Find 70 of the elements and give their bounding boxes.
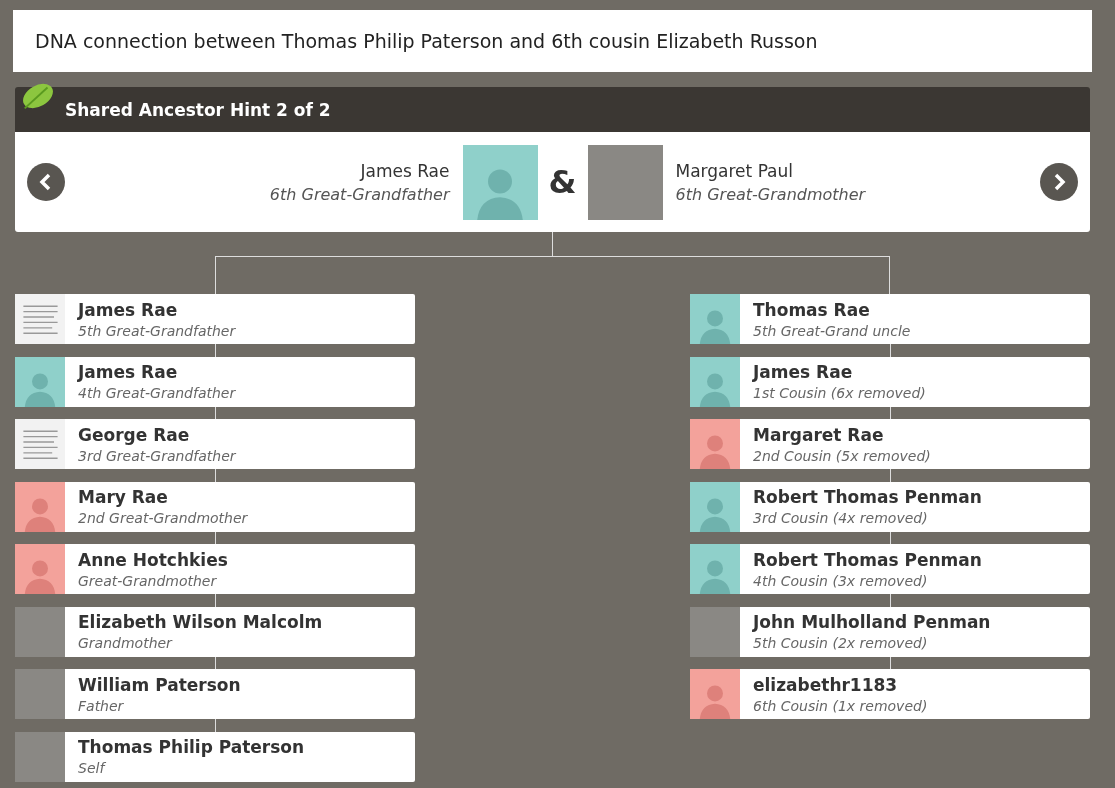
previous-button[interactable] (27, 163, 65, 201)
photo-placeholder (15, 606, 65, 657)
ancestor-relation: 6th Great-Grandfather (269, 184, 450, 204)
male-silhouette-icon (462, 144, 538, 220)
person-relation: 5th Cousin (2x removed) (753, 635, 929, 651)
person-card[interactable]: James Rae 1st Cousin (6x removed) (690, 356, 1090, 407)
person-name: James Rae (753, 362, 854, 382)
person-card[interactable]: Robert Thomas Penman 3rd Cousin (4x removed) (690, 481, 1090, 532)
photo-placeholder (15, 731, 65, 782)
photo-placeholder (15, 669, 65, 719)
person-card[interactable]: Thomas Philip Paterson Self (15, 731, 415, 782)
ancestor-name[interactable]: James Rae (360, 160, 450, 181)
person-card[interactable]: Robert Thomas Penman 4th Cousin (3x removed) (690, 544, 1090, 594)
ancestor-name[interactable]: Margaret Paul (675, 160, 876, 181)
male-silhouette-icon (690, 294, 740, 344)
person-card[interactable]: John Mulholland Penman 5th Cousin (2x removed) (690, 606, 1090, 657)
hint-title: Shared Ancestor Hint 2 of 2 (65, 99, 331, 120)
photo-placeholder (690, 606, 740, 657)
ampersand: & (547, 163, 578, 201)
male-silhouette-icon (690, 356, 740, 407)
person-card[interactable]: Elizabeth Wilson Malcolm Grandmother (15, 606, 415, 657)
person-card[interactable]: elizabethr1183 6th Cousin (1x removed) (690, 669, 1090, 719)
person-name: Anne Hotchkies (78, 549, 228, 570)
person-relation: 4th Cousin (3x removed) (753, 572, 929, 589)
female-silhouette-icon (690, 669, 740, 719)
male-silhouette-icon (690, 481, 740, 532)
person-card[interactable]: Margaret Rae 2nd Cousin (5x removed) (690, 419, 1090, 469)
female-silhouette-icon (690, 419, 740, 469)
person-card[interactable]: James Rae 5th Great-Grandfather (15, 294, 415, 344)
document-thumbnail (15, 419, 65, 469)
person-relation: Self (78, 760, 107, 776)
person-relation: 6th Cousin (1x removed) (753, 697, 928, 714)
person-name: Elizabeth Wilson Malcolm (78, 612, 323, 632)
person-name: Robert Thomas Penman (753, 549, 982, 570)
female-silhouette-icon (15, 481, 65, 532)
person-relation: 2nd Cousin (5x removed) (753, 447, 931, 464)
person-relation: 3rd Cousin (4x removed) (753, 510, 929, 526)
person-relation: 1st Cousin (6x removed) (753, 385, 926, 401)
next-button[interactable] (1040, 163, 1078, 201)
page-title: DNA connection between Thomas Philip Paterson and 6th cousin Elizabeth Russon (35, 30, 818, 52)
person-relation: 5th Great-Grandfather (78, 322, 236, 339)
person-name: Margaret Rae (753, 424, 885, 445)
person-relation: 3rd Great-Grandfather (78, 447, 236, 464)
person-name: Robert Thomas Penman (753, 487, 982, 507)
person-name: elizabethr1183 (753, 674, 899, 695)
person-name: Thomas Rae (753, 299, 871, 320)
female-silhouette-icon (15, 544, 65, 594)
person-card[interactable]: James Rae 4th Great-Grandfather (15, 356, 415, 407)
person-name: George Rae (78, 424, 191, 445)
person-name: Thomas Philip Paterson (78, 737, 305, 757)
male-silhouette-icon (690, 544, 740, 594)
document-thumbnail (15, 294, 65, 344)
person-card[interactable]: Thomas Rae 5th Great-Grand uncle (690, 294, 1090, 344)
person-card[interactable]: Anne Hotchkies Great-Grandmother (15, 544, 415, 594)
person-name: James Rae (78, 362, 179, 382)
person-relation: Grandmother (78, 635, 174, 651)
person-relation: 4th Great-Grandfather (78, 385, 236, 401)
person-card[interactable]: Mary Rae 2nd Great-Grandmother (15, 481, 415, 532)
person-card[interactable]: William Paterson Father (15, 669, 415, 719)
person-card[interactable]: George Rae 3rd Great-Grandfather (15, 419, 415, 469)
person-name: William Paterson (78, 674, 241, 695)
person-name: John Mulholland Penman (753, 612, 991, 632)
male-silhouette-icon (15, 356, 65, 407)
person-relation: 2nd Great-Grandmother (78, 510, 248, 526)
person-relation: Father (78, 697, 125, 714)
person-relation: 5th Great-Grand uncle (753, 322, 911, 339)
person-relation: Great-Grandmother (78, 572, 218, 589)
person-name: Mary Rae (78, 487, 169, 507)
ancestor-relation: 6th Great-Grandmother (675, 184, 867, 204)
person-name: James Rae (78, 299, 179, 320)
